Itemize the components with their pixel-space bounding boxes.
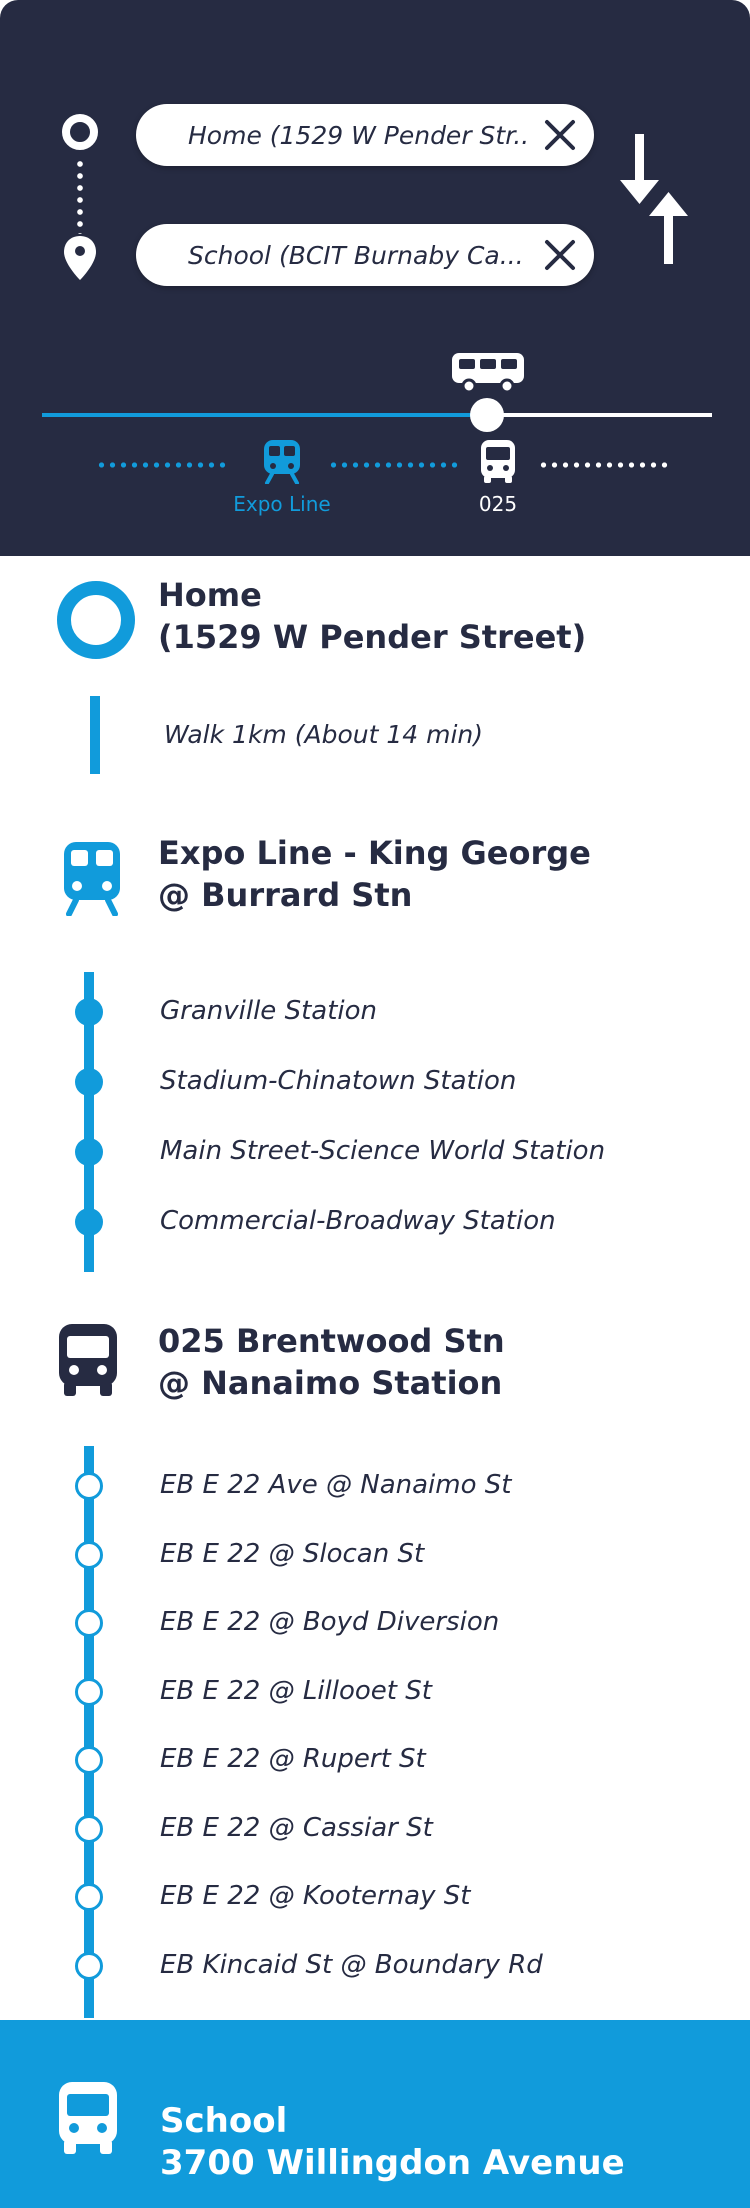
stop-row[interactable]: EB E 22 @ Lillooet St	[0, 1670, 750, 1714]
timeline-remaining	[486, 413, 712, 417]
stop-marker	[75, 1472, 103, 1500]
origin-title: Home (1529 W Pender Street)	[158, 574, 586, 658]
stop-marker	[75, 998, 103, 1026]
bus-position-icon	[452, 353, 524, 394]
bus-route-title: 025 Brentwood Stn @ Nanaimo Station	[158, 1320, 505, 1404]
stop-marker	[75, 1609, 103, 1637]
route-search-header: Expo Line 025	[0, 0, 750, 556]
walk-segment-dots	[96, 462, 228, 468]
mode-label: 025	[478, 492, 518, 516]
timeline-progress	[42, 413, 486, 417]
train-icon	[264, 440, 300, 484]
stop-name: EB E 22 Ave @ Nanaimo St	[160, 1470, 512, 1500]
train-route-title: Expo Line - King George @ Burrard Stn	[158, 832, 591, 916]
destination-name: School	[160, 2101, 288, 2141]
stop-row[interactable]: Commercial-Broadway Station	[0, 1200, 750, 1244]
stop-name: Main Street-Science World Station	[160, 1136, 606, 1166]
stop-row[interactable]: EB E 22 @ Rupert St	[0, 1738, 750, 1782]
stop-row[interactable]: EB E 22 @ Slocan St	[0, 1533, 750, 1577]
train-icon	[64, 842, 120, 916]
stop-name: Granville Station	[160, 996, 378, 1026]
stop-marker	[75, 1951, 103, 1980]
walk-segment-line	[90, 696, 100, 774]
location-pin-icon	[64, 236, 96, 280]
stop-marker	[75, 1677, 103, 1706]
swap-direction-icon[interactable]	[614, 134, 694, 264]
destination-banner: School 3700 Willingdon Avenue	[0, 2020, 750, 2208]
stop-marker	[75, 1746, 103, 1774]
mode-chip-expo-line[interactable]: Expo Line	[222, 440, 342, 522]
timeline-thumb[interactable]	[470, 398, 504, 432]
stop-marker	[75, 1883, 103, 1911]
origin-ring-icon	[62, 114, 98, 150]
bus-boarding-stop: @ Nanaimo Station	[158, 1364, 503, 1402]
stop-row[interactable]: EB Kincaid St @ Boundary Rd	[0, 1944, 750, 1988]
stop-name: EB Kincaid St @ Boundary Rd	[160, 1949, 543, 1980]
origin-field[interactable]	[136, 104, 594, 166]
stop-marker	[75, 1814, 103, 1843]
train-boarding-stop: @ Burrard Stn	[158, 876, 413, 914]
stop-name: Commercial-Broadway Station	[160, 1206, 556, 1236]
stop-row[interactable]: EB E 22 @ Cassiar St	[0, 1807, 750, 1851]
stop-row[interactable]: EB E 22 @ Boyd Diversion	[0, 1601, 750, 1645]
stop-name: Stadium-Chinatown Station	[160, 1066, 517, 1096]
stop-name: EB E 22 @ Slocan St	[160, 1538, 425, 1569]
mode-chip-bus-025[interactable]: 025	[438, 440, 558, 522]
origin-input[interactable]	[188, 104, 528, 166]
stop-marker	[75, 1540, 103, 1569]
destination-field[interactable]	[136, 224, 594, 286]
stop-row[interactable]: EB E 22 @ Kooternay St	[0, 1875, 750, 1919]
stop-name: EB E 22 @ Kooternay St	[160, 1881, 471, 1911]
bus-icon	[59, 2082, 117, 2154]
route-indicator	[62, 114, 102, 282]
destination-input[interactable]	[188, 224, 528, 286]
dotted-connector	[77, 158, 83, 234]
destination-address: 3700 Willingdon Avenue	[160, 2143, 625, 2183]
train-route-name: Expo Line - King George	[158, 834, 591, 872]
stop-row[interactable]: EB E 22 Ave @ Nanaimo St	[0, 1464, 750, 1508]
clear-origin-close-icon[interactable]	[542, 117, 578, 153]
stop-row[interactable]: Stadium-Chinatown Station	[0, 1060, 750, 1104]
stop-row[interactable]: Main Street-Science World Station	[0, 1130, 750, 1174]
clear-destination-close-icon[interactable]	[542, 237, 578, 273]
origin-name: Home	[158, 576, 262, 614]
origin-ring-icon	[57, 581, 135, 659]
stop-name: EB E 22 @ Rupert St	[160, 1744, 426, 1774]
stop-marker	[75, 1208, 103, 1236]
stop-name: EB E 22 @ Cassiar St	[160, 1812, 433, 1843]
mode-label: Expo Line	[233, 492, 331, 516]
stop-name: EB E 22 @ Boyd Diversion	[160, 1607, 500, 1637]
stop-marker	[75, 1068, 103, 1096]
stop-marker	[75, 1138, 103, 1166]
walk-instruction: Walk 1km (About 14 min)	[164, 720, 483, 749]
bus-route-name: 025 Brentwood Stn	[158, 1322, 505, 1360]
stop-name: EB E 22 @ Lillooet St	[160, 1675, 432, 1706]
destination-title: School 3700 Willingdon Avenue	[160, 2100, 625, 2184]
bus-icon	[481, 440, 515, 483]
stop-row[interactable]: Granville Station	[0, 990, 750, 1034]
bus-icon	[59, 1324, 117, 1396]
origin-address: (1529 W Pender Street)	[158, 618, 587, 656]
